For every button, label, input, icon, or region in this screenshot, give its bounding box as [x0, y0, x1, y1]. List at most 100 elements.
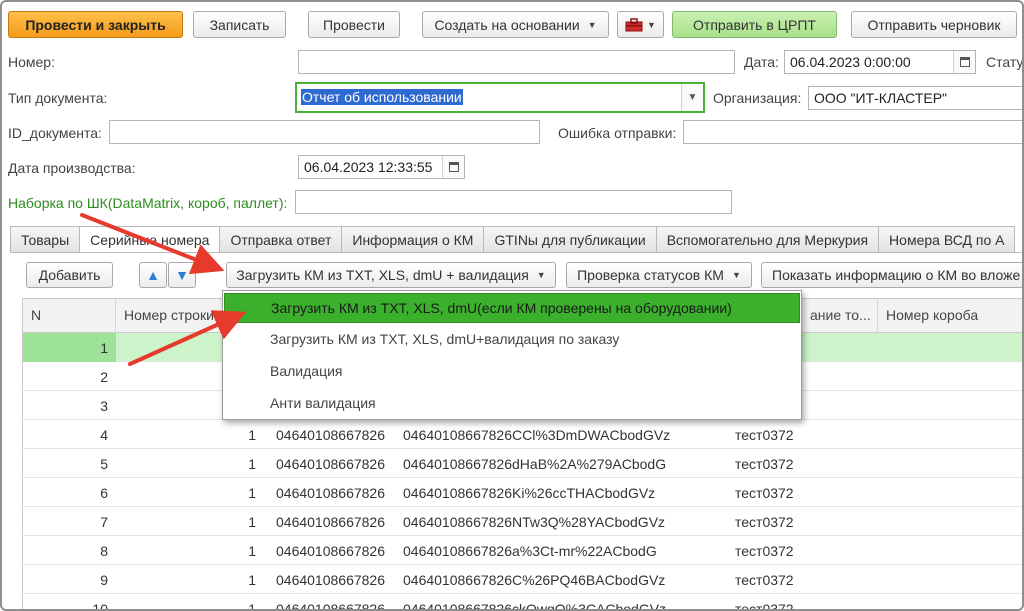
cell-n: 3 [100, 398, 108, 414]
calendar-icon [448, 162, 459, 172]
cell-line-number: 1 [248, 572, 256, 588]
cell-km: 04640108667826ckQwqO%3CACbodGVz [403, 601, 667, 611]
move-down-button[interactable]: ▼ [168, 262, 196, 288]
organization-label: Организация: [713, 90, 802, 106]
tab-divider [10, 252, 1022, 253]
production-date-value: 06.04.2023 12:33:55 [304, 159, 433, 175]
cell-name: тест0372 [735, 572, 794, 588]
tab-response-sending[interactable]: Отправка ответ [219, 226, 342, 253]
post-button[interactable]: Провести [308, 11, 400, 38]
status-label: Стату [986, 54, 1024, 70]
calendar-icon [959, 57, 970, 67]
table-row[interactable]: 6 1 04640108667826 04640108667826Ki%26ccTHA… [23, 478, 1022, 507]
cell-name: тест0372 [735, 427, 794, 443]
tab-vsd-numbers[interactable]: Номера ВСД по А [878, 226, 1016, 253]
cell-name: тест0372 [735, 543, 794, 559]
doctype-value: Отчет об использовании [301, 89, 463, 105]
tab-goods[interactable]: Товары [10, 226, 80, 253]
arrow-up-icon: ▲ [146, 267, 160, 283]
cell-gtin: 04640108667826 [276, 601, 386, 611]
post-label: Провести [323, 16, 385, 33]
docid-field[interactable] [109, 120, 540, 144]
cell-line-number: 1 [248, 485, 256, 501]
menu-item-validation[interactable]: Валидация [224, 357, 800, 387]
chevron-down-icon: ▼ [587, 19, 597, 30]
cell-gtin: 04640108667826 [276, 514, 386, 530]
send-crpt-button[interactable]: Отправить в ЦРПТ [672, 11, 837, 38]
cell-name: тест0372 [735, 456, 794, 472]
production-date-label: Дата производства: [8, 160, 136, 176]
table-row[interactable]: 9 1 04640108667826 04640108667826C%26PQ46BA… [23, 565, 1022, 594]
menu-item-load-km-validate-order[interactable]: Загрузить КМ из TXT, XLS, dmU+валидация … [224, 325, 800, 355]
column-header-n[interactable]: N [23, 299, 116, 333]
doctype-select[interactable]: Отчет об использовании ▼ [295, 82, 705, 113]
cell-name: тест0372 [735, 514, 794, 530]
production-date-field[interactable]: 06.04.2023 12:33:55 [298, 155, 465, 179]
cell-n: 8 [100, 543, 108, 559]
date-value: 06.04.2023 0:00:00 [790, 54, 911, 70]
tab-mercury-helper[interactable]: Вспомогательно для Меркурия [655, 226, 879, 253]
show-km-info-button[interactable]: Показать информацию о КМ во вложе [761, 262, 1022, 288]
create-based-on-button[interactable]: Создать на основании ▼ [422, 11, 609, 38]
check-status-label: Проверка статусов КМ [577, 267, 724, 283]
barcode-scan-label: Наборка по ШК(DataMatrix, короб, паллет)… [8, 195, 288, 211]
show-km-info-label: Показать информацию о КМ во вложе [772, 267, 1021, 283]
post-and-close-label: Провести и закрыть [25, 16, 166, 33]
post-and-close-button[interactable]: Провести и закрыть [8, 11, 183, 38]
add-button[interactable]: Добавить [26, 262, 113, 288]
menu-item-load-km-verified[interactable]: Загрузить КМ из TXT, XLS, dmU(если КМ пр… [224, 293, 800, 323]
cell-n: 2 [100, 369, 108, 385]
window: Провести и закрыть Записать Провести Соз… [0, 0, 1024, 611]
send-draft-button[interactable]: Отправить черновик [851, 11, 1017, 38]
cell-km: 04640108667826Ki%26ccTHACbodGVz [403, 485, 656, 501]
save-button[interactable]: Записать [193, 11, 286, 38]
send-error-field[interactable] [683, 120, 1022, 144]
table-row[interactable]: 4 1 04640108667826 04640108667826CCl%3DmDWA… [23, 420, 1022, 449]
cell-line-number: 1 [248, 427, 256, 443]
toolbox-menu-button[interactable]: ▼ [617, 11, 664, 38]
load-km-dropdown-menu: Загрузить КМ из TXT, XLS, dmU(если КМ пр… [222, 290, 802, 420]
calendar-button[interactable] [953, 51, 975, 73]
column-header-box-number[interactable]: Номер короба [878, 299, 1022, 333]
organization-field[interactable]: ООО "ИТ-КЛАСТЕР" [808, 86, 1022, 110]
cell-line-number: 1 [248, 514, 256, 530]
create-based-on-label: Создать на основании [434, 16, 580, 33]
cell-n: 9 [100, 572, 108, 588]
check-status-button[interactable]: Проверка статусов КМ ▼ [566, 262, 752, 288]
cell-gtin: 04640108667826 [276, 456, 386, 472]
cell-km: 04640108667826C%26PQ46BACbodGVz [403, 572, 666, 588]
tab-serial-numbers[interactable]: Серийные номера [79, 226, 220, 253]
tab-km-info[interactable]: Информация о КМ [341, 226, 484, 253]
table-row[interactable]: 5 1 04640108667826 04640108667826dHaB%2A%27… [23, 449, 1022, 478]
cell-n: 6 [100, 485, 108, 501]
send-crpt-label: Отправить в ЦРПТ [693, 16, 816, 33]
table-row[interactable]: 7 1 04640108667826 04640108667826NTw3Q%28YA… [23, 507, 1022, 536]
table-row[interactable]: 8 1 04640108667826 04640108667826a%3Ct-mr%2… [23, 536, 1022, 565]
cell-gtin: 04640108667826 [276, 485, 386, 501]
move-up-button[interactable]: ▲ [139, 262, 167, 288]
date-field[interactable]: 06.04.2023 0:00:00 [784, 50, 976, 74]
cell-line-number: 1 [248, 456, 256, 472]
column-header-name[interactable]: ание то... [802, 299, 878, 333]
chevron-down-icon: ▼ [647, 19, 656, 30]
cell-km: 04640108667826CCl%3DmDWACbodGVz [403, 427, 671, 443]
chevron-down-icon: ▼ [536, 270, 546, 280]
cell-line-number: 1 [248, 543, 256, 559]
calendar-button[interactable] [442, 156, 464, 178]
cell-km: 04640108667826NTw3Q%28YACbodGVz [403, 514, 666, 530]
table-row[interactable]: 10 1 04640108667826 04640108667826ckQwqO%3C… [23, 594, 1022, 611]
barcode-scan-field[interactable] [295, 190, 732, 214]
cell-n: 4 [100, 427, 108, 443]
menu-item-anti-validation[interactable]: Анти валидация [224, 389, 800, 419]
cell-n: 1 [23, 333, 116, 362]
tab-gtins-publication[interactable]: GTINы для публикации [483, 226, 656, 253]
cell-gtin: 04640108667826 [276, 543, 386, 559]
load-km-button[interactable]: Загрузить КМ из TXT, XLS, dmU + валидаци… [226, 262, 556, 288]
chevron-down-icon: ▼ [731, 270, 741, 280]
cell-n: 10 [92, 601, 108, 611]
cell-km: 04640108667826a%3Ct-mr%22ACbodG [403, 543, 657, 559]
doctype-dropdown-button[interactable]: ▼ [681, 84, 703, 111]
number-field[interactable] [298, 50, 735, 74]
number-label: Номер: [8, 54, 55, 70]
cell-name: тест0372 [735, 601, 794, 611]
